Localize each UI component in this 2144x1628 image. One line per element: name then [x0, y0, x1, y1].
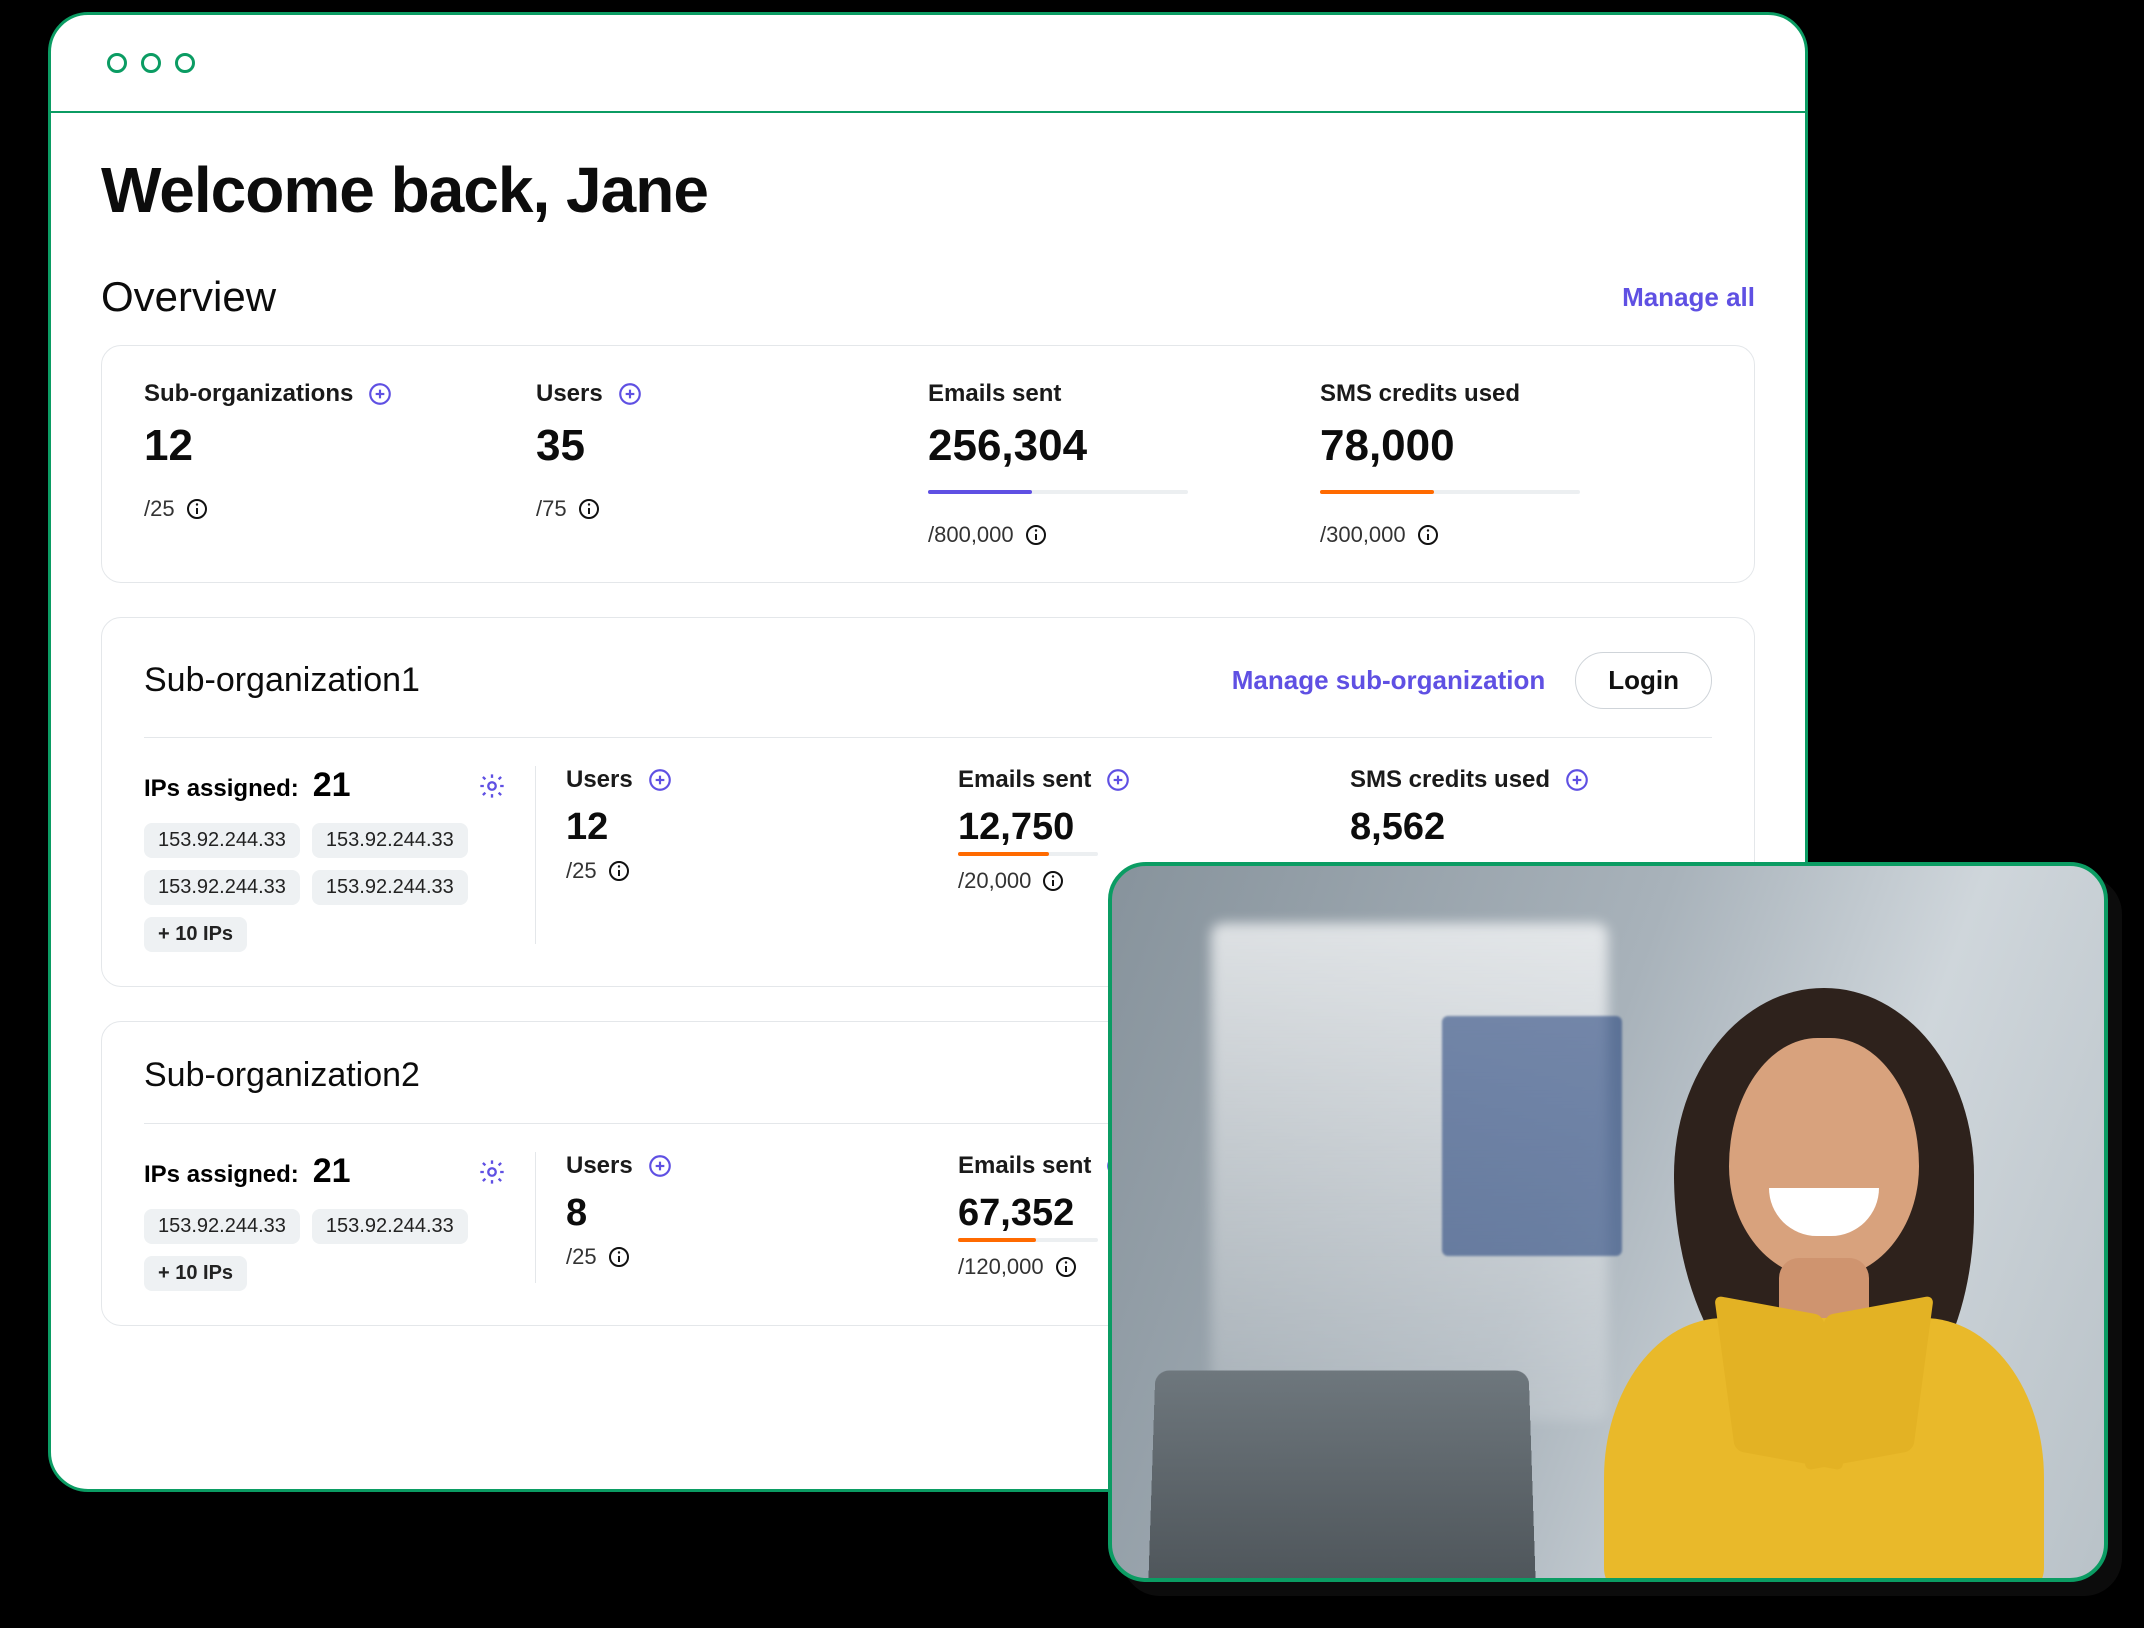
info-icon[interactable]: [185, 497, 209, 521]
plus-circle-icon[interactable]: [647, 1153, 673, 1179]
overview-stat: Users 35/75: [536, 380, 928, 548]
stat-label: Emails sent: [928, 380, 1061, 408]
stat-limit: /120,000: [958, 1254, 1044, 1280]
welcome-heading: Welcome back, Jane: [101, 153, 1755, 227]
info-icon[interactable]: [1416, 523, 1440, 547]
stat-limit: /25: [144, 496, 175, 522]
stat-limit: /20,000: [958, 868, 1031, 894]
stat-limit: /800,000: [928, 522, 1014, 548]
ip-chip[interactable]: 153.92.244.33: [312, 823, 468, 858]
ip-chip[interactable]: 153.92.244.33: [312, 870, 468, 905]
info-icon[interactable]: [607, 1245, 631, 1269]
info-icon[interactable]: [1024, 523, 1048, 547]
plus-circle-icon[interactable]: [367, 381, 393, 407]
ips-column: IPs assigned: 21 153.92.244.33 153.92.244.3…: [144, 766, 536, 952]
stat-value: 78,000: [1320, 424, 1712, 468]
suborg-stat: Users 12/25: [536, 766, 928, 952]
stat-label: Emails sent: [958, 1152, 1091, 1180]
progress-bar: [1320, 490, 1580, 494]
stat-limit: /25: [566, 858, 597, 884]
stat-limit: /25: [566, 1244, 597, 1270]
gear-icon[interactable]: [478, 1158, 506, 1186]
window-control-dot[interactable]: [107, 53, 127, 73]
ips-count: 21: [313, 766, 351, 805]
plus-circle-icon[interactable]: [647, 767, 673, 793]
stat-label: SMS credits used: [1350, 766, 1550, 794]
progress-bar: [958, 1238, 1098, 1242]
overview-card: Sub-organizations 12/25 Users 35/75 Emails s…: [101, 345, 1755, 583]
manage-all-link[interactable]: Manage all: [1622, 282, 1755, 313]
plus-circle-icon[interactable]: [617, 381, 643, 407]
stat-value: 12,750: [958, 808, 1290, 846]
window-control-dot[interactable]: [175, 53, 195, 73]
suborg-title: Sub-organization1: [144, 661, 420, 700]
stat-label: Users: [566, 1152, 633, 1180]
stat-value: 12: [566, 808, 898, 846]
stat-label: SMS credits used: [1320, 380, 1520, 408]
ip-chip[interactable]: 153.92.244.33: [144, 1209, 300, 1244]
suborg-stat: Users 8/25: [536, 1152, 928, 1291]
stat-value: 256,304: [928, 424, 1320, 468]
info-icon[interactable]: [577, 497, 601, 521]
stat-label: Users: [536, 380, 603, 408]
stat-limit: /300,000: [1320, 522, 1406, 548]
ips-count: 21: [313, 1152, 351, 1191]
suborg-title: Sub-organization2: [144, 1056, 420, 1095]
stat-label: Sub-organizations: [144, 380, 353, 408]
ip-chip[interactable]: 153.92.244.33: [144, 823, 300, 858]
login-button[interactable]: Login: [1575, 652, 1712, 709]
ips-label: IPs assigned:: [144, 775, 299, 803]
info-icon[interactable]: [1054, 1255, 1078, 1279]
stat-value: 35: [536, 424, 928, 468]
stat-value: 8,562: [1350, 808, 1682, 846]
gear-icon[interactable]: [478, 772, 506, 800]
progress-bar: [928, 490, 1188, 494]
stat-limit: /75: [536, 496, 567, 522]
info-icon[interactable]: [1041, 869, 1065, 893]
stat-label: Emails sent: [958, 766, 1091, 794]
overview-stat: SMS credits used 78,000/300,000: [1320, 380, 1712, 548]
plus-circle-icon[interactable]: [1564, 767, 1590, 793]
ip-chip-more[interactable]: + 10 IPs: [144, 1256, 247, 1291]
hero-photo: [1108, 862, 2108, 1582]
ips-column: IPs assigned: 21 153.92.244.33 153.92.244.3…: [144, 1152, 536, 1291]
stat-value: 12: [144, 424, 536, 468]
overview-title: Overview: [101, 273, 276, 321]
overview-stat: Emails sent 256,304/800,000: [928, 380, 1320, 548]
plus-circle-icon[interactable]: [1105, 767, 1131, 793]
progress-bar: [958, 852, 1098, 856]
window-titlebar: [51, 15, 1805, 113]
manage-suborg-link[interactable]: Manage sub-organization: [1232, 665, 1545, 696]
ips-label: IPs assigned:: [144, 1161, 299, 1189]
overview-stat: Sub-organizations 12/25: [144, 380, 536, 548]
ip-chip-more[interactable]: + 10 IPs: [144, 917, 247, 952]
ip-chip[interactable]: 153.92.244.33: [144, 870, 300, 905]
window-control-dot[interactable]: [141, 53, 161, 73]
info-icon[interactable]: [607, 859, 631, 883]
stat-label: Users: [566, 766, 633, 794]
stat-value: 8: [566, 1194, 898, 1232]
ip-chip[interactable]: 153.92.244.33: [312, 1209, 468, 1244]
